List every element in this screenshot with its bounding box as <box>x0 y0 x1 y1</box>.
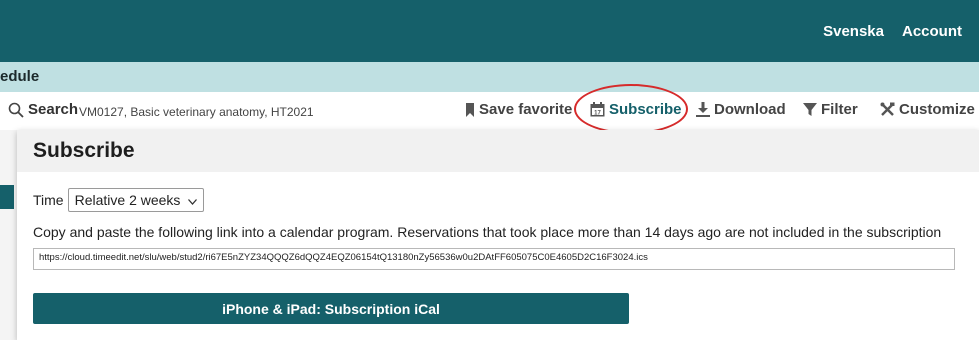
panel-title: Subscribe <box>33 139 135 162</box>
chevron-down-icon <box>188 192 198 208</box>
panel-header: Subscribe <box>17 130 979 172</box>
subscribe-label: Subscribe <box>609 101 682 118</box>
top-nav: Svenska Account <box>814 0 971 62</box>
background-sliver <box>0 185 14 209</box>
download-icon <box>696 102 710 117</box>
save-favorite-button[interactable]: Save favorite <box>465 101 572 118</box>
svg-text:17: 17 <box>594 110 601 116</box>
search-icon <box>8 102 24 118</box>
customize-button[interactable]: Customize <box>880 101 975 118</box>
subscribe-button[interactable]: 17 Subscribe <box>590 101 682 118</box>
time-row: Time Relative 2 weeks <box>33 188 205 212</box>
bookmark-icon <box>465 102 475 117</box>
search-label: Search <box>28 101 79 118</box>
download-label: Download <box>714 101 786 118</box>
save-favorite-label: Save favorite <box>479 101 573 118</box>
ical-subscribe-button[interactable]: iPhone & iPad: Subscription iCal <box>33 293 629 324</box>
instructions-text: Copy and paste the following link into a… <box>33 224 942 240</box>
customize-label: Customize <box>899 101 975 118</box>
time-label: Time <box>33 192 64 208</box>
toolbar: Search VM0127, Basic veterinary anatomy,… <box>0 92 979 130</box>
subscription-url-field[interactable]: https://cloud.timeedit.net/slu/web/stud2… <box>33 248 955 270</box>
top-bar: Svenska Account <box>0 0 979 62</box>
tools-icon <box>880 102 895 117</box>
account-link[interactable]: Account <box>893 23 971 40</box>
download-button[interactable]: Download <box>696 101 786 118</box>
time-select-value: Relative 2 weeks <box>74 192 181 208</box>
calendar-icon: 17 <box>590 102 605 117</box>
language-link[interactable]: Svenska <box>814 23 893 40</box>
search-context: VM0127, Basic veterinary anatomy, HT2021 <box>79 105 314 119</box>
filter-label: Filter <box>821 101 858 118</box>
subscribe-panel: Subscribe Time Relative 2 weeks Copy and… <box>17 130 979 340</box>
search-button[interactable]: Search <box>8 101 78 118</box>
breadcrumb-bar: edule <box>0 62 979 92</box>
filter-icon <box>803 102 817 117</box>
filter-button[interactable]: Filter <box>803 101 858 118</box>
time-select[interactable]: Relative 2 weeks <box>67 188 205 212</box>
breadcrumb: edule <box>0 68 40 85</box>
